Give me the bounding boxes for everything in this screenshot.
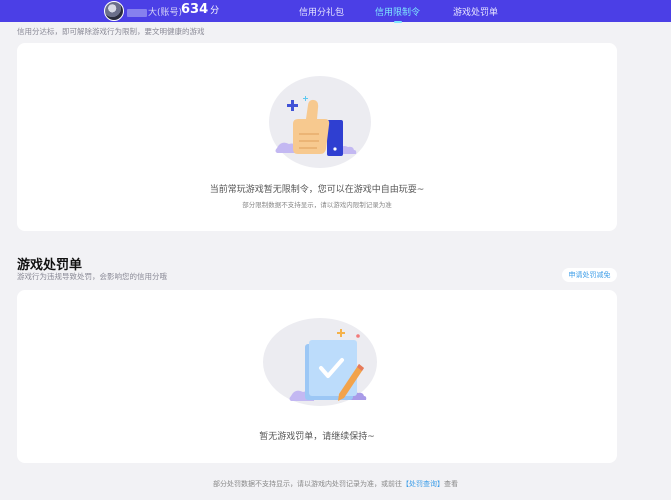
footer-note: 部分处罚数据不支持显示，请以游戏内处罚记录为准，或前往【处罚查询】查看	[0, 479, 671, 489]
thumbs-up-illustration	[275, 96, 357, 156]
restriction-empty-note: 部分限制数据不支持显示，请以游戏内限制记录为准	[242, 201, 392, 209]
penalty-empty-message: 暂无游戏罚单，请继续保持~	[259, 432, 375, 442]
restriction-subtitle: 信用分达标，即可解除游戏行为限制，要文明健康的游戏	[17, 27, 205, 36]
apply-reduction-button[interactable]: 申请处罚减免	[562, 268, 617, 282]
penalty-card: 暂无游戏罚单，请继续保持~	[17, 290, 617, 463]
username: 大(账号)	[127, 5, 182, 18]
penalty-query-link[interactable]: 【处罚查询】	[402, 480, 444, 488]
credit-score: 634 分	[181, 2, 219, 17]
footer-text-before: 部分处罚数据不支持显示，请以游戏内处罚记录为准，或前往	[213, 480, 402, 488]
footer-text-after: 查看	[444, 480, 458, 488]
credit-score-value: 634	[181, 2, 209, 17]
top-bar: 大(账号) 634 分 信用分礼包 信用限制令 游戏处罚单	[0, 0, 671, 23]
document-check-illustration	[289, 329, 367, 401]
tab-game-penalty[interactable]: 游戏处罚单	[453, 5, 498, 18]
username-label: 大(账号)	[148, 8, 183, 18]
credit-score-unit: 分	[210, 6, 220, 16]
tab-credit-gift[interactable]: 信用分礼包	[299, 5, 344, 18]
restriction-empty-message: 当前常玩游戏暂无限制令，您可以在游戏中自由玩耍~	[209, 185, 425, 195]
restriction-card: 当前常玩游戏暂无限制令，您可以在游戏中自由玩耍~ 部分限制数据不支持显示，请以游…	[17, 43, 617, 231]
avatar[interactable]	[104, 1, 124, 21]
username-redacted-block	[127, 8, 147, 17]
penalty-subtitle: 游戏行为违规导致处罚，会影响您的信用分哦	[17, 272, 167, 281]
tab-credit-restriction[interactable]: 信用限制令	[375, 5, 420, 23]
